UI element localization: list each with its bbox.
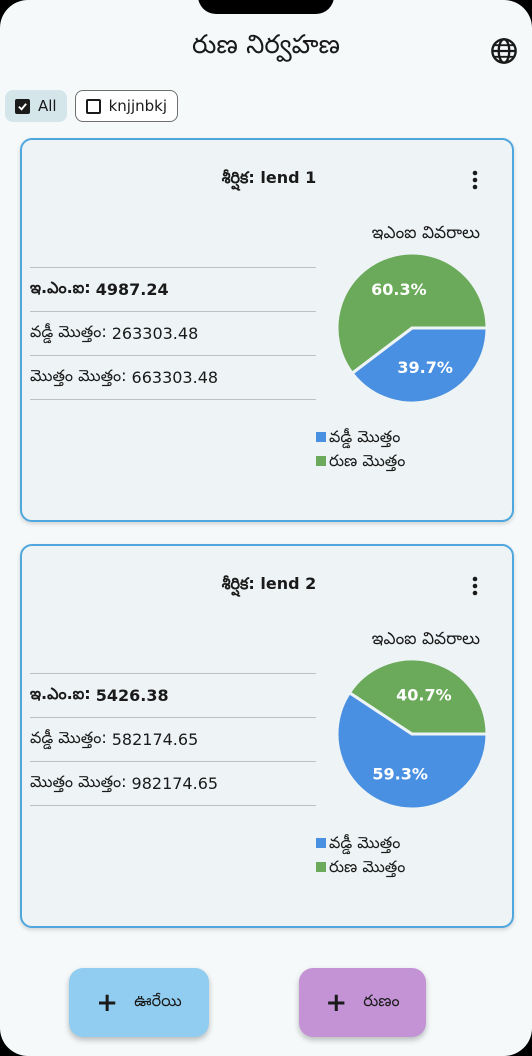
- emi-row: ఇ.ఎం.ఐ: 4987.24: [30, 268, 316, 312]
- loan-title: శీర్షిక: lend 1: [221, 168, 317, 187]
- loan-title: శీర్షిక: lend 2: [221, 574, 317, 593]
- total-row: మొత్తం మొత్తం: 982174.65: [30, 762, 316, 806]
- pie-slice-loan-label: 40.7%: [396, 685, 452, 704]
- legend-item-loan: రుణ మొత్తం: [316, 449, 405, 473]
- emi-pie-chart: 39.7% 60.3%: [335, 251, 489, 405]
- total-label: మొత్తం మొత్తం:: [30, 366, 127, 385]
- app-screen: రుణ నిర్వహణ All knjjnbkj శీర్షిక: lend 1…: [0, 0, 532, 1056]
- page-title: రుణ నిర్వహణ: [191, 30, 341, 60]
- pie-legend: వడ్డీ మొత్తం రుణ మొత్తం: [316, 425, 405, 473]
- interest-label: వడ్డీ మొత్తం:: [30, 322, 107, 341]
- filter-chip-all[interactable]: All: [5, 90, 67, 122]
- filter-chip-knjjnbkj[interactable]: knjjnbkj: [74, 90, 179, 122]
- add-loan-button[interactable]: + రుణం: [299, 968, 426, 1037]
- checkbox-checked-icon: [15, 98, 30, 114]
- legend-swatch-interest: [316, 838, 326, 848]
- interest-value: 582174.65: [111, 730, 199, 749]
- legend-label: రుణ మొత్తం: [329, 857, 406, 876]
- emi-details-heading: ఇఎంఐ వివరాలు: [371, 629, 480, 649]
- emi-pie-chart: 59.3% 40.7%: [335, 657, 489, 811]
- filter-chip-label: knjjnbkj: [108, 97, 168, 115]
- legend-swatch-interest: [316, 432, 326, 442]
- globe-icon[interactable]: [490, 37, 518, 65]
- checkbox-empty-icon: [85, 98, 101, 114]
- more-vert-icon[interactable]: [469, 168, 481, 192]
- legend-item-loan: రుణ మొత్తం: [316, 855, 405, 879]
- emi-value: 5426.38: [95, 686, 169, 705]
- emi-details-heading: ఇఎంఐ వివరాలు: [371, 223, 480, 243]
- add-borrower-button[interactable]: + ఊరేయి: [69, 968, 209, 1037]
- pie-slice-interest-label: 59.3%: [372, 765, 428, 784]
- legend-swatch-loan: [316, 862, 326, 872]
- loan-details: ఇ.ఎం.ఐ: 4987.24 వడ్డీ మొత్తం: 263303.48 …: [30, 267, 316, 400]
- emi-row: ఇ.ఎం.ఐ: 5426.38: [30, 674, 316, 718]
- total-value: 663303.48: [131, 368, 219, 387]
- add-loan-label: రుణం: [363, 991, 400, 1010]
- pie-slice-interest-label: 39.7%: [397, 358, 453, 377]
- add-borrower-label: ఊరేయి: [134, 991, 182, 1010]
- loan-details: ఇ.ఎం.ఐ: 5426.38 వడ్డీ మొత్తం: 582174.65 …: [30, 673, 316, 806]
- interest-value: 263303.48: [111, 324, 199, 343]
- legend-label: రుణ మొత్తం: [329, 451, 406, 470]
- plus-icon: +: [325, 987, 348, 1018]
- filter-chips: All knjjnbkj: [5, 90, 179, 122]
- legend-item-interest: వడ్డీ మొత్తం: [316, 425, 405, 449]
- interest-label: వడ్డీ మొత్తం:: [30, 728, 107, 747]
- legend-label: వడ్డీ మొత్తం: [329, 427, 401, 446]
- total-row: మొత్తం మొత్తం: 663303.48: [30, 356, 316, 400]
- loan-card[interactable]: శీర్షిక: lend 2 ఇఎంఐ వివరాలు ఇ.ఎం.ఐ: 542…: [20, 544, 514, 928]
- emi-value: 4987.24: [95, 280, 169, 299]
- total-value: 982174.65: [131, 774, 219, 793]
- more-vert-icon[interactable]: [469, 574, 481, 598]
- emi-label: ఇ.ఎం.ఐ:: [30, 684, 91, 703]
- total-label: మొత్తం మొత్తం:: [30, 772, 127, 791]
- pie-legend: వడ్డీ మొత్తం రుణ మొత్తం: [316, 831, 405, 879]
- loan-card[interactable]: శీర్షిక: lend 1 ఇఎంఐ వివరాలు ఇ.ఎం.ఐ: 498…: [20, 138, 514, 522]
- camera-notch: [198, 0, 334, 14]
- pie-slice-loan-label: 60.3%: [371, 280, 427, 299]
- interest-row: వడ్డీ మొత్తం: 582174.65: [30, 718, 316, 762]
- filter-chip-label: All: [38, 97, 57, 115]
- plus-icon: +: [96, 987, 119, 1018]
- interest-row: వడ్డీ మొత్తం: 263303.48: [30, 312, 316, 356]
- legend-label: వడ్డీ మొత్తం: [329, 833, 401, 852]
- legend-swatch-loan: [316, 456, 326, 466]
- legend-item-interest: వడ్డీ మొత్తం: [316, 831, 405, 855]
- emi-label: ఇ.ఎం.ఐ:: [30, 278, 91, 297]
